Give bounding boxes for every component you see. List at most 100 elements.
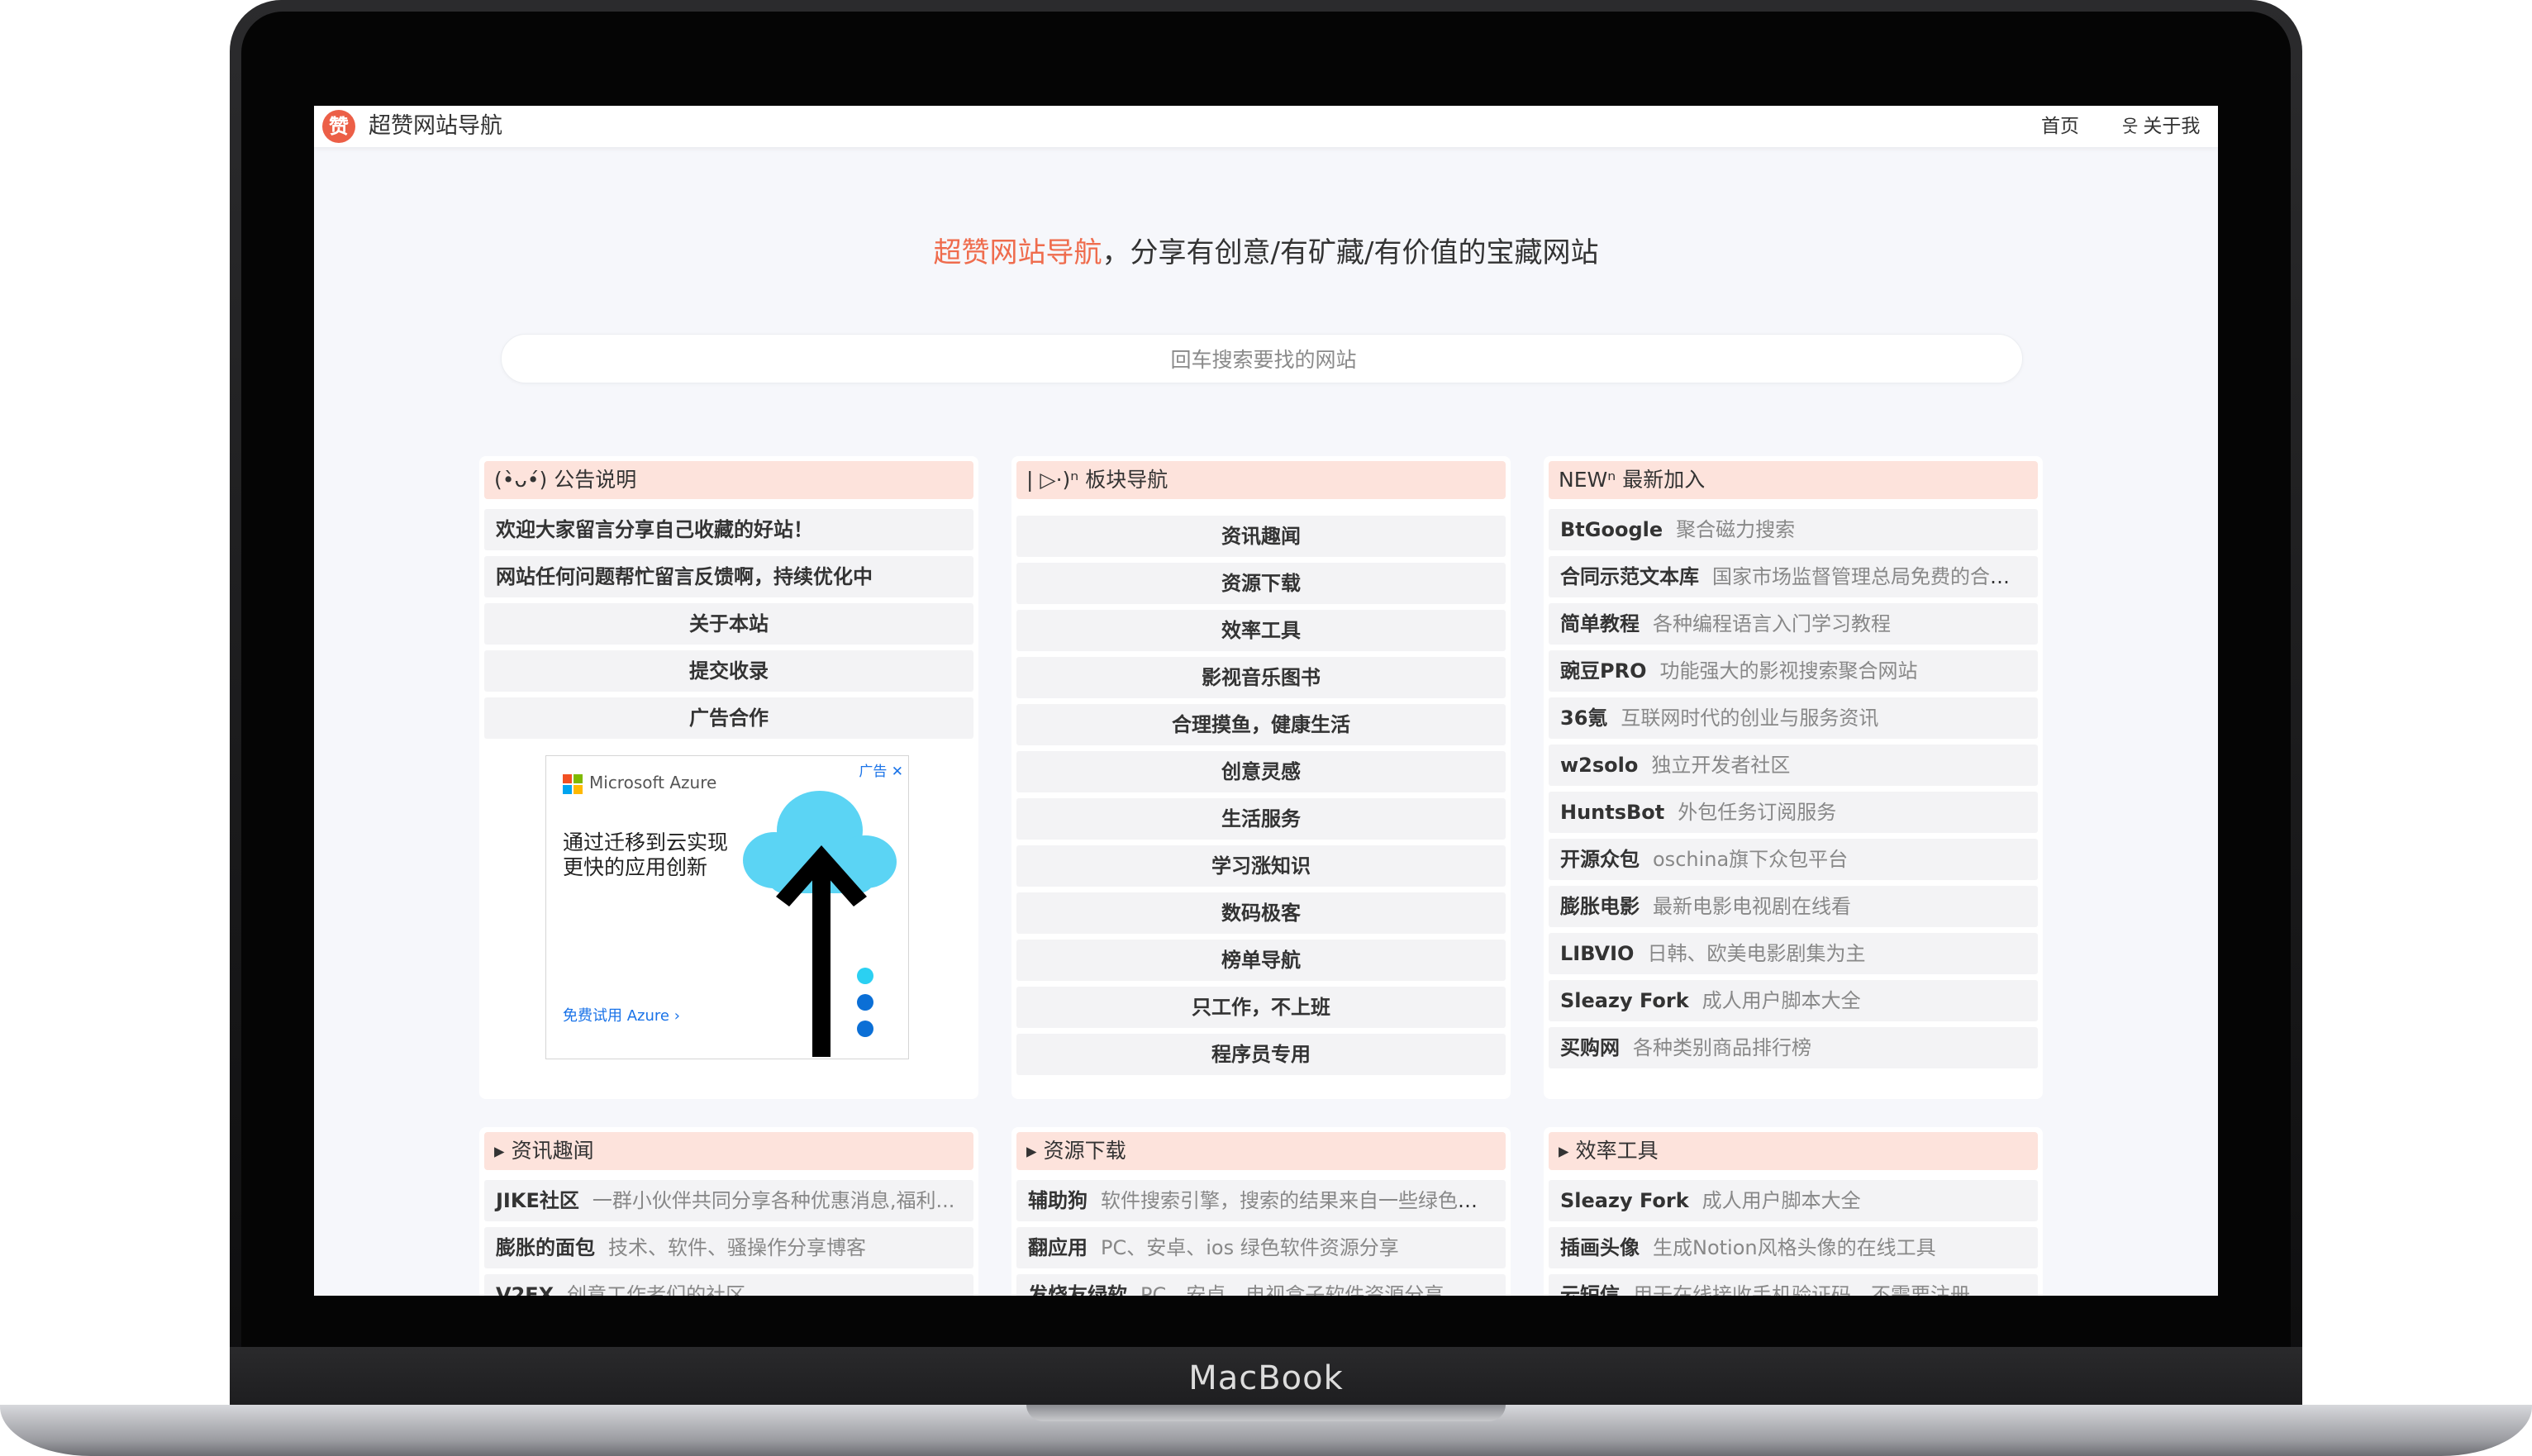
ad-badge-label: 广告 [859, 764, 888, 780]
site-desc: 最新电影电视剧在线看 [1653, 895, 1851, 918]
ad-badge[interactable]: 广告 ✕ [859, 759, 903, 780]
section-link[interactable]: 程序员专用 [1016, 1034, 1506, 1075]
site-link[interactable]: V2EX 创意工作者们的社区 [484, 1274, 973, 1296]
microsoft-logo-icon [563, 774, 583, 794]
laptop-hinge-notch [1026, 1405, 1506, 1421]
site-name: HuntsBot [1560, 801, 1665, 824]
downloads-card: ▸ 资源下载 辅助狗 软件搜索引擎，搜索的结果来自一些绿色破... 翻应用 PC、安卓… [1011, 1127, 1511, 1296]
site-title[interactable]: 超赞网站导航 [369, 106, 502, 147]
site-name: 开源众包 [1560, 848, 1640, 871]
site-name: V2EX [496, 1283, 554, 1296]
site-link[interactable]: LIBVIO 日韩、欧美电影剧集为主 [1549, 933, 2038, 974]
ad-brand: Microsoft Azure [589, 773, 717, 792]
site-name: Sleazy Fork [1560, 989, 1689, 1012]
site-desc: 技术、软件、骚操作分享博客 [608, 1236, 866, 1259]
site-name: 豌豆PRO [1560, 659, 1647, 683]
caret-right-icon: ▸ [1559, 1139, 1569, 1163]
section-link[interactable]: 生活服务 [1016, 798, 1506, 840]
site-link[interactable]: 简单教程 各种编程语言入门学习教程 [1549, 603, 2038, 645]
hero-headline: 超赞网站导航，分享有创意/有矿藏/有价值的宝藏网站 [314, 230, 2218, 270]
section-link[interactable]: 只工作，不上班 [1016, 987, 1506, 1028]
site-desc: 生成Notion风格头像的在线工具 [1653, 1236, 1936, 1259]
announcement-emoticon: (•̀ᴗ•́) [494, 468, 548, 492]
site-link[interactable]: 辅助狗 软件搜索引擎，搜索的结果来自一些绿色破... [1016, 1180, 1506, 1221]
downloads-title: 资源下载 [1043, 1139, 1126, 1163]
site-name: 发烧友绿软 [1028, 1283, 1127, 1296]
section-link[interactable]: 资源下载 [1016, 563, 1506, 604]
site-link[interactable]: HuntsBot 外包任务订阅服务 [1549, 792, 2038, 833]
site-desc: 一群小伙伴共同分享各种优惠消息,福利... [592, 1189, 955, 1212]
new-badge: NEWⁿ [1559, 468, 1616, 492]
news-header[interactable]: ▸ 资讯趣闻 [484, 1132, 973, 1170]
site-link[interactable]: w2solo 独立开发者社区 [1549, 745, 2038, 786]
cloud-upload-icon [743, 791, 897, 1057]
section-nav-header: | ▷·)ⁿ 板块导航 [1016, 461, 1506, 499]
search-box[interactable] [501, 334, 2025, 384]
site-link[interactable]: Sleazy Fork 成人用户脚本大全 [1549, 980, 2038, 1021]
ad-banner[interactable]: 广告 ✕ Microsoft Azure 通过迁移到云实现更快的应用创新 免费试… [545, 755, 909, 1059]
site-link[interactable]: BtGoogle 聚合磁力搜索 [1549, 509, 2038, 550]
caret-right-icon: ▸ [494, 1139, 505, 1163]
site-link[interactable]: 买购网 各种类别商品排行榜 [1549, 1027, 2038, 1068]
close-icon: ✕ [891, 764, 903, 780]
site-name: 辅助狗 [1028, 1189, 1088, 1212]
announcement-header: (•̀ᴗ•́) 公告说明 [484, 461, 973, 499]
section-link[interactable]: 资讯趣闻 [1016, 516, 1506, 557]
site-desc: 成人用户脚本大全 [1701, 989, 1861, 1012]
site-link[interactable]: JIKE社区 一群小伙伴共同分享各种优惠消息,福利... [484, 1180, 973, 1221]
site-desc: 成人用户脚本大全 [1701, 1189, 1861, 1212]
site-link[interactable]: 翻应用 PC、安卓、ios 绿色软件资源分享 [1016, 1227, 1506, 1268]
section-nav-title: 板块导航 [1085, 468, 1168, 492]
section-link[interactable]: 合理摸鱼，健康生活 [1016, 704, 1506, 745]
search-input[interactable] [502, 335, 2025, 384]
site-name: 简单教程 [1560, 612, 1640, 635]
site-name: 买购网 [1560, 1036, 1620, 1059]
site-link[interactable]: Sleazy Fork 成人用户脚本大全 [1549, 1180, 2038, 1221]
site-desc: oschina旗下众包平台 [1653, 848, 1849, 871]
newest-header: NEWⁿ 最新加入 [1549, 461, 2038, 499]
site-name: 插画头像 [1560, 1236, 1640, 1259]
site-desc: 国家市场监督管理总局免费的合同... [1712, 565, 2029, 588]
site-name: BtGoogle [1560, 518, 1663, 541]
hero-tagline: ，分享有创意/有矿藏/有价值的宝藏网站 [1102, 236, 1599, 269]
section-link[interactable]: 榜单导航 [1016, 940, 1506, 981]
section-link[interactable]: 数码极客 [1016, 892, 1506, 934]
site-desc: 外包任务订阅服务 [1678, 801, 1837, 824]
site-link[interactable]: 插画头像 生成Notion风格头像的在线工具 [1549, 1227, 2038, 1268]
section-link[interactable]: 学习涨知识 [1016, 845, 1506, 887]
about-site-link[interactable]: 关于本站 [484, 603, 973, 645]
nav-about-label: 关于我 [2143, 116, 2201, 137]
site-link[interactable]: 合同示范文本库 国家市场监督管理总局免费的合同... [1549, 556, 2038, 597]
submit-site-link[interactable]: 提交收录 [484, 650, 973, 692]
site-desc: PC、安卓、ios 绿色软件资源分享 [1101, 1236, 1399, 1259]
site-link[interactable]: 豌豆PRO 功能强大的影视搜索聚合网站 [1549, 650, 2038, 692]
site-link[interactable]: 开源众包 oschina旗下众包平台 [1549, 839, 2038, 880]
ad-cta-link[interactable]: 免费试用 Azure › [563, 1004, 680, 1025]
site-logo-icon[interactable]: 赞 [322, 110, 355, 143]
site-name: LIBVIO [1560, 942, 1635, 965]
site-name: 合同示范文本库 [1560, 565, 1699, 588]
site-link[interactable]: 膨胀的面包 技术、软件、骚操作分享博客 [484, 1227, 973, 1268]
ad-partnership-link[interactable]: 广告合作 [484, 697, 973, 739]
section-link[interactable]: 影视音乐图书 [1016, 657, 1506, 698]
site-desc: 功能强大的影视搜索聚合网站 [1659, 659, 1918, 683]
downloads-header[interactable]: ▸ 资源下载 [1016, 1132, 1506, 1170]
site-link[interactable]: 云短信 用于在线接收手机验证码，不需要注册 [1549, 1274, 2038, 1296]
section-link[interactable]: 创意灵感 [1016, 751, 1506, 792]
browser-viewport: 赞 超赞网站导航 首页 웃 关于我 超赞网站导航，分享有创意/有矿藏/有价值的宝藏… [314, 106, 2218, 1296]
newest-card: NEWⁿ 最新加入 BtGoogle 聚合磁力搜索 合同示范文本库 国家市场监督管理总… [1544, 456, 2043, 1099]
site-name: 膨胀电影 [1560, 895, 1640, 918]
tools-card: ▸ 效率工具 Sleazy Fork 成人用户脚本大全 插画头像 生成Notion风格… [1544, 1127, 2043, 1296]
site-desc: PC、安卓、电视盒子软件资源分享 [1140, 1283, 1444, 1296]
tools-header[interactable]: ▸ 效率工具 [1549, 1132, 2038, 1170]
site-link[interactable]: 36氪 互联网时代的创业与服务资讯 [1549, 697, 2038, 739]
site-desc: 用于在线接收手机验证码，不需要注册 [1633, 1283, 1970, 1296]
user-icon: 웃 [2122, 117, 2139, 136]
nav-home-link[interactable]: 首页 [2041, 106, 2079, 147]
section-link[interactable]: 效率工具 [1016, 610, 1506, 651]
site-link[interactable]: 发烧友绿软 PC、安卓、电视盒子软件资源分享 [1016, 1274, 1506, 1296]
section-nav-emoticon: | ▷·)ⁿ [1026, 468, 1079, 492]
nav-about-link[interactable]: 웃 关于我 [2122, 106, 2200, 147]
site-link[interactable]: 膨胀电影 最新电影电视剧在线看 [1549, 886, 2038, 927]
hero-accent: 超赞网站导航 [933, 236, 1102, 269]
